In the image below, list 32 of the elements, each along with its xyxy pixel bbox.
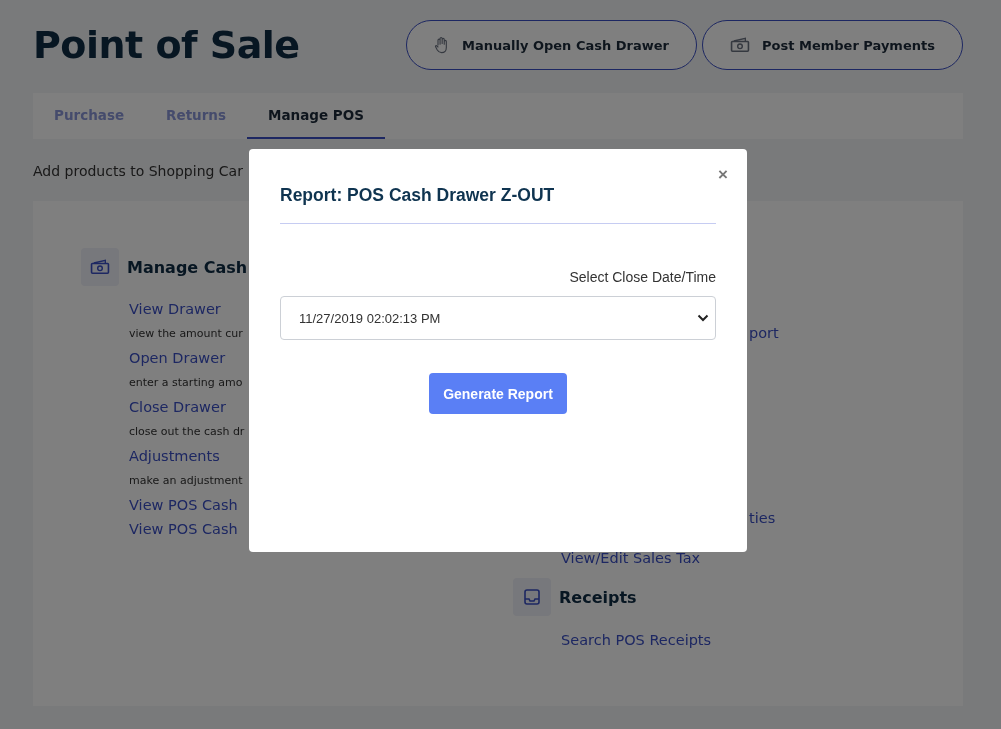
cash-icon bbox=[90, 259, 110, 275]
description-text: view the amount cur bbox=[129, 326, 243, 342]
header-button[interactable]: Post Member Payments bbox=[702, 20, 963, 70]
close-button[interactable]: × bbox=[716, 165, 730, 185]
header-button[interactable]: Manually Open Cash Drawer bbox=[406, 20, 697, 70]
link[interactable]: Close Drawer bbox=[129, 395, 226, 419]
link[interactable]: port bbox=[749, 325, 779, 341]
description-text: make an adjustment bbox=[129, 473, 243, 489]
cash-icon bbox=[730, 37, 751, 53]
link[interactable]: View Drawer bbox=[129, 297, 221, 321]
chevron-down-icon bbox=[697, 314, 709, 322]
description-text: enter a starting amo bbox=[129, 375, 243, 391]
link[interactable]: View POS Cash bbox=[129, 493, 238, 517]
date-time-select[interactable]: 11/27/2019 02:02:13 PM bbox=[280, 296, 716, 340]
intro-text: Add products to Shopping Car bbox=[33, 163, 243, 181]
link[interactable]: Search POS Receipts bbox=[561, 628, 712, 652]
description-text: close out the cash dr bbox=[129, 424, 245, 440]
tab[interactable]: Returns bbox=[145, 93, 247, 139]
section-heading: Manage Cash bbox=[127, 257, 248, 277]
link[interactable]: View POS Cash bbox=[129, 517, 238, 541]
page-title: Point of Sale bbox=[33, 23, 300, 67]
link[interactable]: Adjustments bbox=[129, 444, 220, 468]
tab[interactable]: Purchase bbox=[33, 93, 146, 139]
section-heading: Receipts bbox=[559, 587, 637, 607]
inbox-icon bbox=[523, 588, 541, 606]
link[interactable]: ties bbox=[749, 510, 776, 526]
link[interactable]: Open Drawer bbox=[129, 346, 226, 370]
dialog-title: Report: POS Cash Drawer Z-OUT bbox=[280, 185, 556, 206]
field-label: Select Close Date/Time bbox=[568, 269, 716, 285]
link[interactable]: View/Edit Sales Tax bbox=[561, 550, 701, 566]
tab[interactable]: Manage POS bbox=[247, 93, 385, 139]
generate-report-button[interactable]: Generate Report bbox=[429, 373, 567, 414]
